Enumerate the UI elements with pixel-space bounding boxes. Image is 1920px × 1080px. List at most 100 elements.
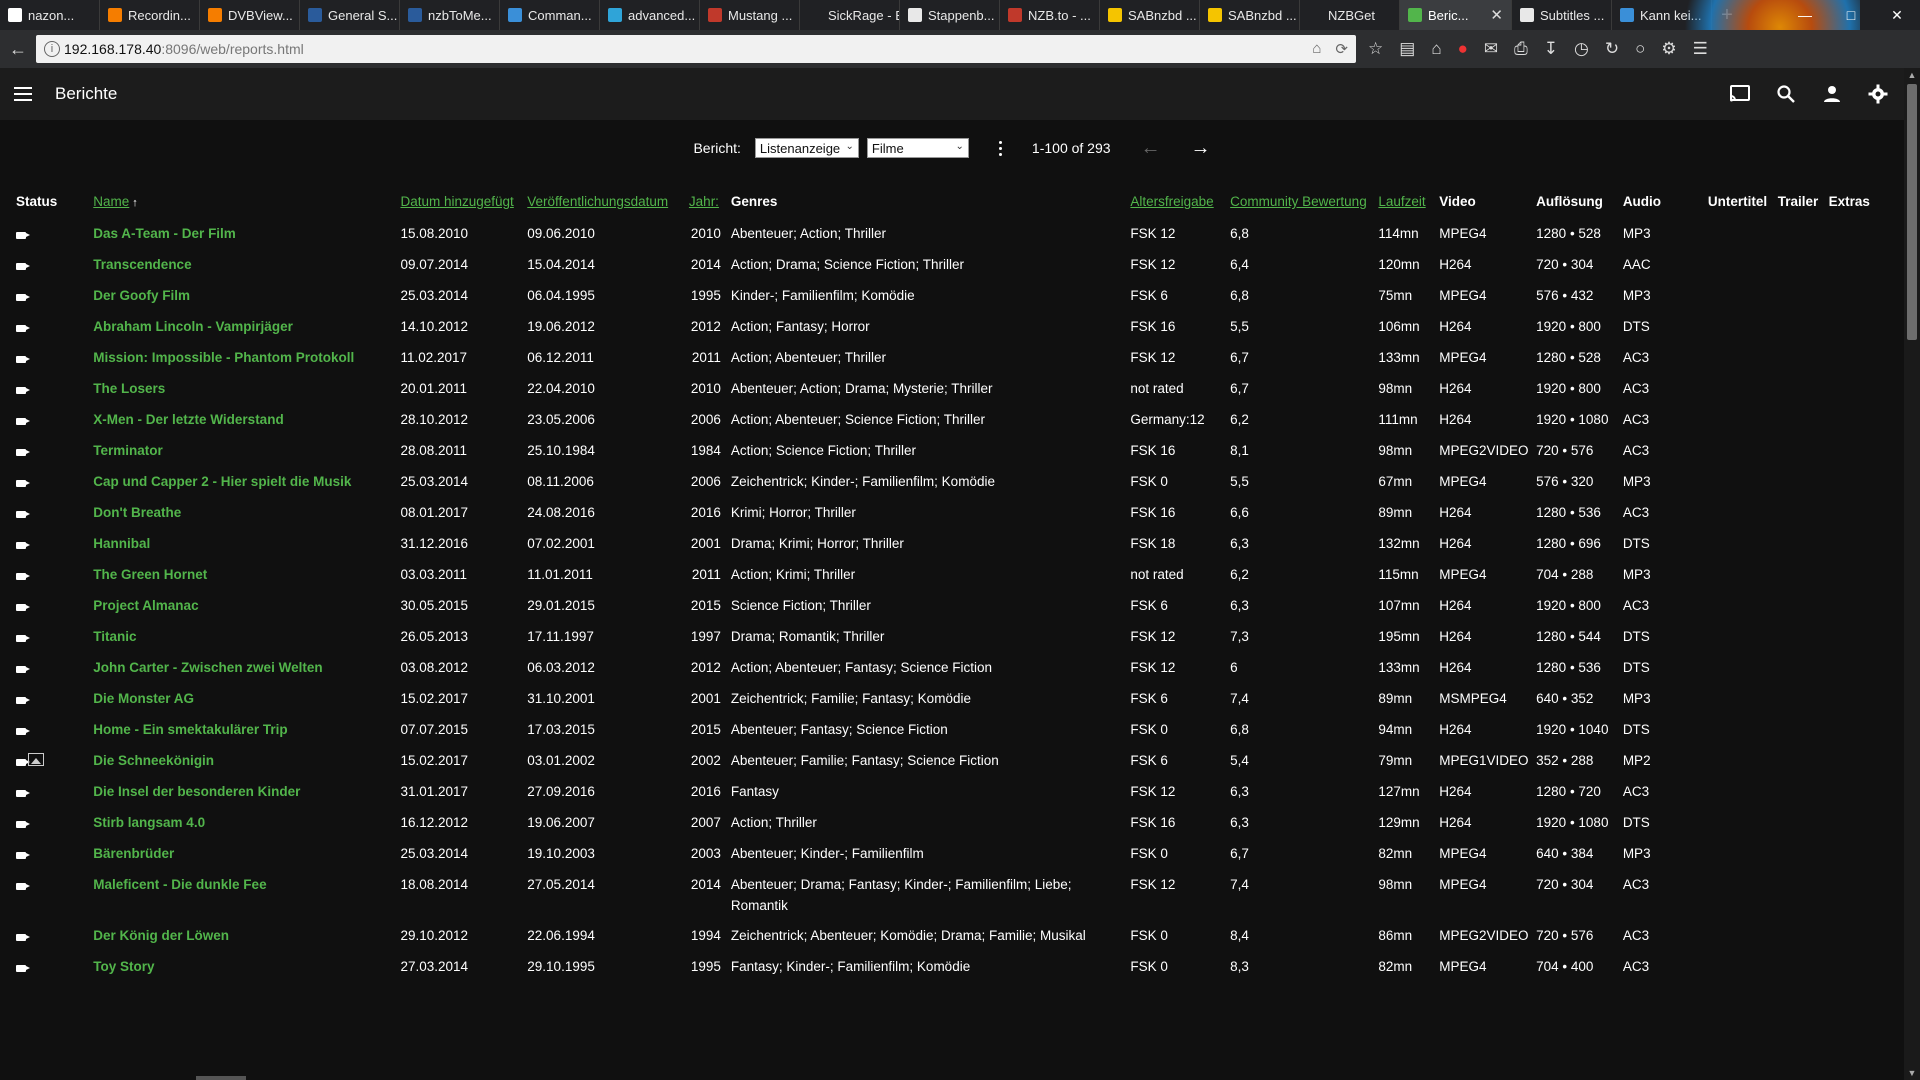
movie-name-cell[interactable]: The Losers (93, 374, 400, 405)
browser-tab[interactable]: NZB.to - ... (1000, 0, 1100, 30)
column-release-date[interactable]: Veröffentlichungsdatum (527, 188, 689, 219)
browser-tab[interactable]: General S... (300, 0, 400, 30)
chat-icon[interactable]: ○ (1635, 39, 1645, 59)
download-icon[interactable]: ↧ (1544, 39, 1558, 59)
view-select[interactable]: Listenanzeige ⌄ (754, 138, 859, 158)
table-row[interactable]: Bärenbrüder 25.03.2014 19.10.2003 2003 Abent… (16, 839, 1876, 870)
bookmark-star-icon[interactable]: ☆ (1368, 39, 1383, 59)
movie-name-cell[interactable]: Die Insel der besonderen Kinder (93, 777, 400, 808)
movie-name-cell[interactable]: Don't Breathe (93, 498, 400, 529)
table-row[interactable]: Die Schneekönigin 15.02.2017 03.01.2002 200… (16, 746, 1876, 777)
table-row[interactable]: John Carter - Zwischen zwei Welten 03.08.… (16, 653, 1876, 684)
table-row[interactable]: Toy Story 27.03.2014 29.10.1995 1995 Fantasy… (16, 952, 1876, 983)
site-info-icon[interactable]: i (44, 41, 60, 57)
url-input[interactable]: i 192.168.178.40:8096/web/reports.html ⌂… (36, 35, 1356, 63)
movie-name-cell[interactable]: Toy Story (93, 952, 400, 983)
table-row[interactable]: Mission: Impossible - Phantom Protokoll 1… (16, 343, 1876, 374)
table-row[interactable]: Die Monster AG 15.02.2017 31.10.2001 2001 Ze… (16, 684, 1876, 715)
more-options-icon[interactable] (998, 140, 1002, 156)
sync-icon[interactable]: ↻ (1605, 39, 1619, 59)
gear-icon[interactable] (1866, 82, 1890, 106)
movie-name-cell[interactable]: Mission: Impossible - Phantom Protokoll (93, 343, 400, 374)
browser-tab[interactable]: Mustang ... (700, 0, 800, 30)
movie-name-cell[interactable]: Bärenbrüder (93, 839, 400, 870)
table-row[interactable]: Cap und Capper 2 - Hier spielt die Musik… (16, 467, 1876, 498)
minimize-icon[interactable]: — (1782, 0, 1828, 30)
new-tab-icon[interactable]: + (1712, 0, 1742, 30)
movie-name-cell[interactable]: Titanic (93, 622, 400, 653)
table-row[interactable]: Stirb langsam 4.0 16.12.2012 19.06.2007 200… (16, 808, 1876, 839)
next-page-icon[interactable]: → (1191, 137, 1211, 160)
browser-tab[interactable]: SABnzbd ... (1100, 0, 1200, 30)
movie-name-cell[interactable]: Home - Ein smektakulärer Trip (93, 715, 400, 746)
adblock-icon[interactable]: ● (1458, 39, 1468, 59)
close-window-icon[interactable]: ✕ (1874, 0, 1920, 30)
table-row[interactable]: The Green Hornet 03.03.2011 11.01.2011 2011… (16, 560, 1876, 591)
table-row[interactable]: Terminator 28.08.2011 25.10.1984 1984 Action… (16, 436, 1876, 467)
browser-tab[interactable]: DVBView... (200, 0, 300, 30)
movie-name-cell[interactable]: Der Goofy Film (93, 281, 400, 312)
movie-name-cell[interactable]: Abraham Lincoln - Vampirjäger (93, 312, 400, 343)
table-row[interactable]: Don't Breathe 08.01.2017 24.08.2016 2016 Kri… (16, 498, 1876, 529)
previous-page-icon[interactable]: ← (1141, 137, 1161, 160)
table-row[interactable]: Das A-Team - Der Film 15.08.2010 09.06.201… (16, 219, 1876, 250)
reading-list-icon[interactable]: ▤ (1399, 39, 1415, 59)
table-row[interactable]: Titanic 26.05.2013 17.11.1997 1997 Drama; Ro… (16, 622, 1876, 653)
table-row[interactable]: X-Men - Der letzte Widerstand 28.10.2012 2… (16, 405, 1876, 436)
browser-tab[interactable]: Kann kei... (1612, 0, 1712, 30)
table-row[interactable]: Abraham Lincoln - Vampirjäger 14.10.2012 1… (16, 312, 1876, 343)
movie-name-cell[interactable]: Project Almanac (93, 591, 400, 622)
browser-tab[interactable]: Subtitles ... (1512, 0, 1612, 30)
menu-icon[interactable] (0, 87, 46, 101)
table-row[interactable]: Maleficent - Die dunkle Fee 18.08.2014 27.… (16, 870, 1876, 921)
column-year[interactable]: Jahr: (689, 188, 731, 219)
movie-name-cell[interactable]: John Carter - Zwischen zwei Welten (93, 653, 400, 684)
mail-icon[interactable]: ✉ (1484, 39, 1498, 59)
movie-name-cell[interactable]: Das A-Team - Der Film (93, 219, 400, 250)
browser-tab[interactable]: nazon... (0, 0, 100, 30)
scrollbar-thumb[interactable] (1907, 84, 1917, 340)
extension-icon[interactable]: ⚙ (1661, 39, 1676, 59)
column-name[interactable]: Name ↑ (93, 188, 400, 219)
search-icon[interactable] (1774, 82, 1798, 106)
column-age-rating[interactable]: Altersfreigabe (1130, 188, 1230, 219)
scroll-up-icon[interactable]: ▲ (1904, 68, 1920, 82)
movie-name-cell[interactable]: The Green Hornet (93, 560, 400, 591)
movie-name-cell[interactable]: X-Men - Der letzte Widerstand (93, 405, 400, 436)
column-date-added[interactable]: Datum hinzugefügt (400, 188, 527, 219)
movie-name-cell[interactable]: Die Monster AG (93, 684, 400, 715)
movie-name-cell[interactable]: Maleficent - Die dunkle Fee (93, 870, 400, 921)
browser-tab[interactable]: Beric... ✕ (1400, 0, 1512, 30)
history-icon[interactable]: ◷ (1574, 39, 1589, 59)
movie-name-cell[interactable]: Der König der Löwen (93, 921, 400, 952)
browser-tab[interactable]: NZBGet (1300, 0, 1400, 30)
browser-menu-icon[interactable]: ☰ (1693, 39, 1708, 59)
home-page-icon[interactable]: ⌂ (1312, 40, 1321, 58)
browser-tab[interactable]: Comman... (500, 0, 600, 30)
browser-tab[interactable]: SABnzbd ... (1200, 0, 1300, 30)
column-runtime[interactable]: Laufzeit (1378, 188, 1439, 219)
back-icon[interactable]: ← (0, 30, 36, 68)
type-select[interactable]: Filme ⌄ (866, 138, 969, 158)
browser-tab[interactable]: advanced... (600, 0, 700, 30)
scroll-down-icon[interactable]: ▼ (1904, 1066, 1920, 1080)
table-row[interactable]: Der Goofy Film 25.03.2014 06.04.1995 1995 Ki… (16, 281, 1876, 312)
table-row[interactable]: Hannibal 31.12.2016 07.02.2001 2001 Drama; K… (16, 529, 1876, 560)
table-row[interactable]: The Losers 20.01.2011 22.04.2010 2010 Abente… (16, 374, 1876, 405)
movie-name-cell[interactable]: Cap und Capper 2 - Hier spielt die Musik (93, 467, 400, 498)
browser-tab[interactable]: SickRage - BR... (800, 0, 900, 30)
column-community-rating[interactable]: Community Bewertung (1230, 188, 1378, 219)
reload-icon[interactable]: ⟳ (1335, 40, 1348, 58)
movie-name-cell[interactable]: Die Schneekönigin (93, 746, 400, 777)
table-row[interactable]: Home - Ein smektakulärer Trip 07.07.2015 1… (16, 715, 1876, 746)
movie-name-cell[interactable]: Terminator (93, 436, 400, 467)
print-icon[interactable]: ⎙ (1514, 39, 1528, 59)
cast-icon[interactable] (1728, 82, 1752, 106)
close-tab-icon[interactable]: ✕ (1490, 6, 1503, 24)
user-icon[interactable] (1820, 82, 1844, 106)
movie-name-cell[interactable]: Stirb langsam 4.0 (93, 808, 400, 839)
home-icon[interactable]: ⌂ (1431, 39, 1441, 59)
browser-tab[interactable]: Recordin... (100, 0, 200, 30)
table-row[interactable]: Transcendence 09.07.2014 15.04.2014 2014 Act… (16, 250, 1876, 281)
movie-name-cell[interactable]: Hannibal (93, 529, 400, 560)
